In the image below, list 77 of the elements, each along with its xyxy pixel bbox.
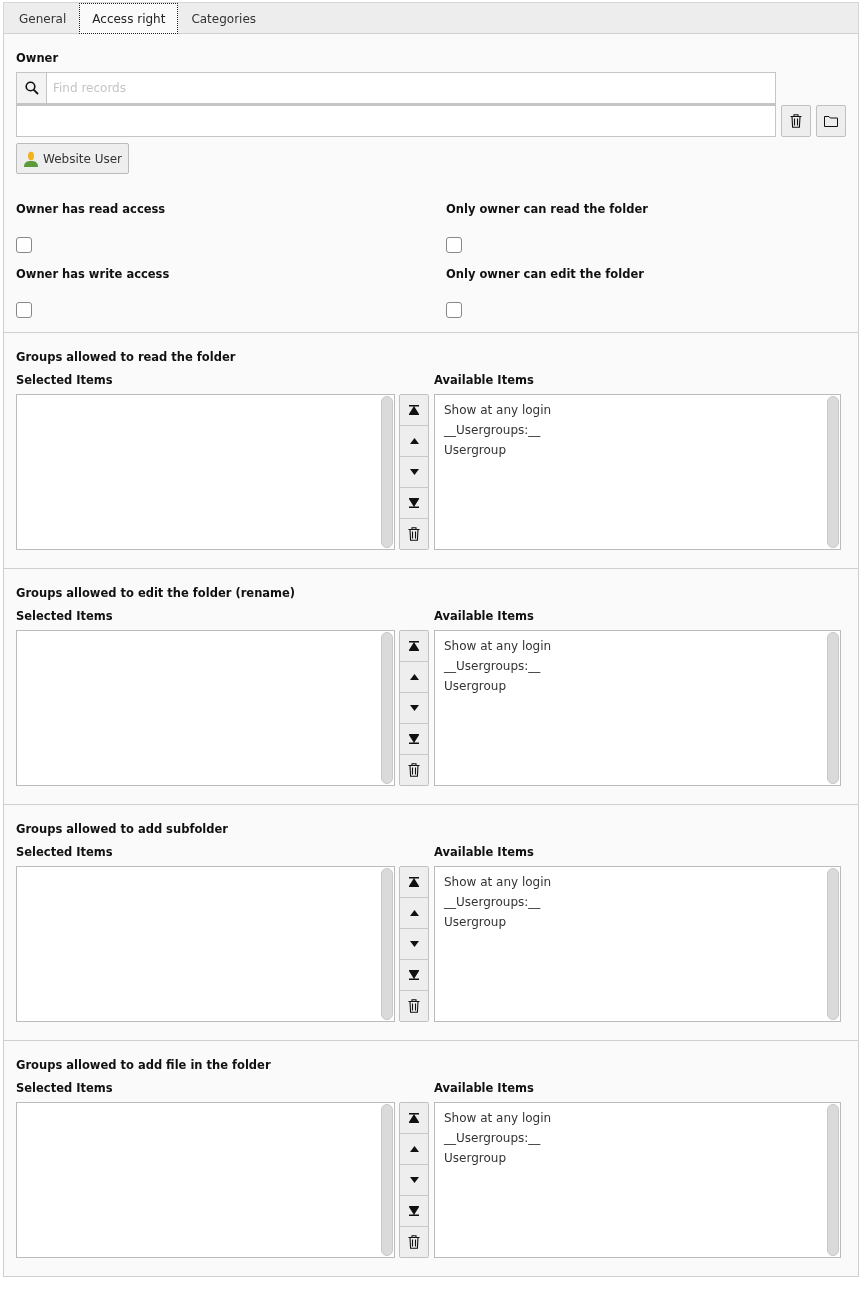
input-field[interactable] bbox=[16, 104, 776, 137]
checkbox-label: Owner has read access bbox=[16, 202, 167, 216]
field-label: Owner bbox=[16, 51, 60, 65]
list-label: Selected Items bbox=[16, 845, 114, 859]
move-bottom-icon bbox=[409, 734, 419, 744]
browse-button[interactable] bbox=[816, 105, 846, 137]
delete-button[interactable] bbox=[781, 105, 811, 137]
search-field[interactable]: Find records bbox=[47, 72, 776, 104]
section-title: Groups allowed to edit the folder (rename) bbox=[16, 586, 297, 600]
arrow-up-icon bbox=[409, 674, 419, 680]
scrollbar[interactable] bbox=[827, 632, 839, 784]
trash-icon bbox=[790, 114, 802, 128]
list-label: Available Items bbox=[434, 373, 535, 387]
list-item[interactable]: __Usergroups:__ bbox=[444, 1128, 831, 1148]
list-item[interactable]: Usergroup bbox=[444, 1148, 831, 1168]
trash-icon bbox=[408, 999, 420, 1013]
trash-icon bbox=[408, 1235, 420, 1249]
move-top-icon bbox=[409, 1113, 419, 1123]
scrollbar[interactable] bbox=[381, 632, 393, 784]
list-label: Selected Items bbox=[16, 373, 114, 387]
scrollbar[interactable] bbox=[827, 868, 839, 1020]
list-item[interactable]: Usergroup bbox=[444, 676, 831, 696]
folder-icon bbox=[824, 115, 838, 127]
arrow-up-icon bbox=[409, 910, 419, 916]
section-title: Groups allowed to read the folder bbox=[16, 350, 237, 364]
section-title: Groups allowed to add file in the folder bbox=[16, 1058, 272, 1072]
move-top-button[interactable] bbox=[400, 395, 428, 426]
tab[interactable]: Categories bbox=[178, 3, 270, 34]
move-bottom-icon bbox=[409, 1206, 419, 1216]
scrollbar[interactable] bbox=[827, 1104, 839, 1256]
list-item[interactable]: Usergroup bbox=[444, 440, 831, 460]
tab[interactable]: General bbox=[6, 3, 80, 34]
list-item[interactable]: __Usergroups:__ bbox=[444, 892, 831, 912]
list-item[interactable]: __Usergroups:__ bbox=[444, 420, 831, 440]
move-top-button[interactable] bbox=[400, 867, 428, 898]
checkbox-label: Only owner can edit the folder bbox=[446, 267, 645, 281]
trash-icon bbox=[408, 527, 420, 541]
checkbox[interactable] bbox=[446, 237, 462, 253]
list-label: Selected Items bbox=[16, 609, 114, 623]
tab[interactable]: Access right bbox=[79, 3, 179, 34]
move-top-icon bbox=[409, 641, 419, 651]
move-bottom-icon bbox=[409, 970, 419, 980]
list-label: Available Items bbox=[434, 845, 535, 859]
trash-icon bbox=[408, 763, 420, 777]
list-label: Available Items bbox=[434, 1081, 535, 1095]
section-title: Groups allowed to add subfolder bbox=[16, 822, 229, 836]
move-top-icon bbox=[409, 405, 419, 415]
list-item[interactable]: Show at any login bbox=[444, 636, 831, 656]
checkbox[interactable] bbox=[16, 302, 32, 318]
list-item[interactable]: Show at any login bbox=[444, 872, 831, 892]
list-item[interactable]: __Usergroups:__ bbox=[444, 656, 831, 676]
scrollbar[interactable] bbox=[827, 396, 839, 548]
move-top-button[interactable] bbox=[400, 631, 428, 662]
checkbox[interactable] bbox=[446, 302, 462, 318]
scrollbar[interactable] bbox=[381, 1104, 393, 1256]
checkbox-label: Owner has write access bbox=[16, 267, 171, 281]
user-icon bbox=[23, 150, 39, 167]
checkbox[interactable] bbox=[16, 237, 32, 253]
scrollbar[interactable] bbox=[381, 868, 393, 1020]
arrow-down-icon bbox=[409, 469, 419, 475]
website-user-button[interactable]: Website User bbox=[16, 143, 129, 174]
arrow-down-icon bbox=[409, 1177, 419, 1183]
scrollbar[interactable] bbox=[381, 396, 393, 548]
search-icon bbox=[24, 81, 39, 95]
move-top-icon bbox=[409, 877, 419, 887]
list-item[interactable]: Show at any login bbox=[444, 1108, 831, 1128]
arrow-up-icon bbox=[409, 1146, 419, 1152]
list-label: Available Items bbox=[434, 609, 535, 623]
checkbox-label: Only owner can read the folder bbox=[446, 202, 649, 216]
move-top-button[interactable] bbox=[400, 1103, 428, 1134]
arrow-down-icon bbox=[409, 705, 419, 711]
list-label: Selected Items bbox=[16, 1081, 114, 1095]
move-bottom-icon bbox=[409, 498, 419, 508]
list-item[interactable]: Usergroup bbox=[444, 912, 831, 932]
arrow-down-icon bbox=[409, 941, 419, 947]
arrow-up-icon bbox=[409, 438, 419, 444]
list-item[interactable]: Show at any login bbox=[444, 400, 831, 420]
